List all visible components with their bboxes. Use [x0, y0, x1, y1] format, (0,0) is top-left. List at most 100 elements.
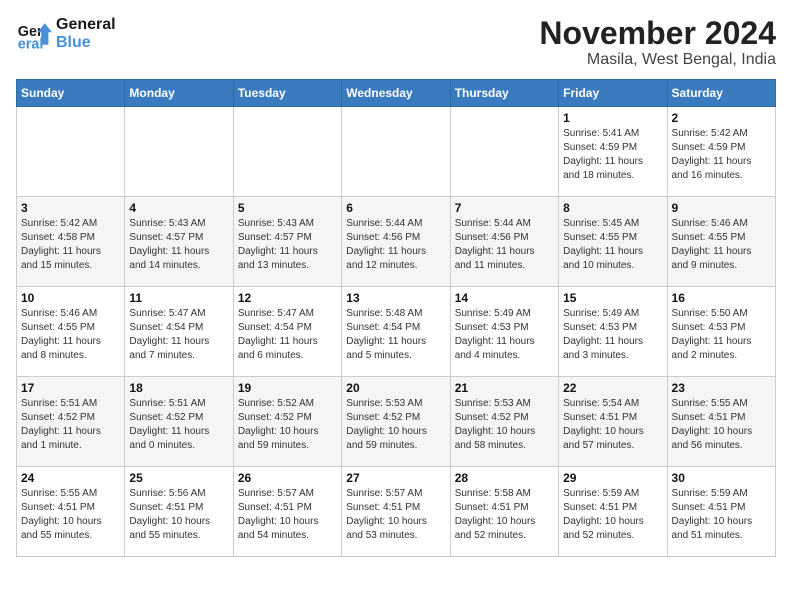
- calendar-cell: 8 Sunrise: 5:45 AM Sunset: 4:55 PM Daylig…: [559, 197, 667, 287]
- day-number: 7: [455, 201, 554, 215]
- day-info: Sunrise: 5:55 AM Sunset: 4:51 PM Dayligh…: [672, 397, 771, 453]
- logo-line2: Blue: [56, 34, 116, 52]
- calendar-cell: 5 Sunrise: 5:43 AM Sunset: 4:57 PM Daylig…: [233, 197, 341, 287]
- day-number: 2: [672, 111, 771, 125]
- weekday-header-friday: Friday: [559, 80, 667, 107]
- weekday-header-sunday: Sunday: [17, 80, 125, 107]
- day-info: Sunrise: 5:49 AM Sunset: 4:53 PM Dayligh…: [455, 307, 554, 363]
- day-info: Sunrise: 5:48 AM Sunset: 4:54 PM Dayligh…: [346, 307, 445, 363]
- day-info: Sunrise: 5:53 AM Sunset: 4:52 PM Dayligh…: [455, 397, 554, 453]
- week-row-2: 3 Sunrise: 5:42 AM Sunset: 4:58 PM Daylig…: [17, 197, 776, 287]
- day-number: 10: [21, 291, 120, 305]
- day-info: Sunrise: 5:47 AM Sunset: 4:54 PM Dayligh…: [129, 307, 228, 363]
- day-info: Sunrise: 5:52 AM Sunset: 4:52 PM Dayligh…: [238, 397, 337, 453]
- calendar-cell: 7 Sunrise: 5:44 AM Sunset: 4:56 PM Daylig…: [450, 197, 558, 287]
- calendar-cell: 30 Sunrise: 5:59 AM Sunset: 4:51 PM Dayli…: [667, 467, 775, 557]
- calendar-header: SundayMondayTuesdayWednesdayThursdayFrid…: [17, 80, 776, 107]
- day-number: 25: [129, 471, 228, 485]
- calendar-cell: 14Sunrise: 5:49 AM Sunset: 4:53 PM Dayli…: [450, 287, 558, 377]
- day-number: 13: [346, 291, 445, 305]
- calendar-body: 1 Sunrise: 5:41 AM Sunset: 4:59 PM Daylig…: [17, 107, 776, 557]
- calendar-cell: 25 Sunrise: 5:56 AM Sunset: 4:51 PM Dayli…: [125, 467, 233, 557]
- day-info: Sunrise: 5:44 AM Sunset: 4:56 PM Dayligh…: [455, 217, 554, 273]
- day-number: 21: [455, 381, 554, 395]
- week-row-4: 17 Sunrise: 5:51 AM Sunset: 4:52 PM Dayli…: [17, 377, 776, 467]
- month-title: November 2024: [539, 16, 776, 51]
- calendar-cell: 3 Sunrise: 5:42 AM Sunset: 4:58 PM Daylig…: [17, 197, 125, 287]
- calendar-cell: 15 Sunrise: 5:49 AM Sunset: 4:53 PM Dayli…: [559, 287, 667, 377]
- day-info: Sunrise: 5:50 AM Sunset: 4:53 PM Dayligh…: [672, 307, 771, 363]
- day-number: 20: [346, 381, 445, 395]
- day-number: 3: [21, 201, 120, 215]
- day-number: 8: [563, 201, 662, 215]
- calendar-cell: 18 Sunrise: 5:51 AM Sunset: 4:52 PM Dayli…: [125, 377, 233, 467]
- week-row-1: 1 Sunrise: 5:41 AM Sunset: 4:59 PM Daylig…: [17, 107, 776, 197]
- weekday-header-saturday: Saturday: [667, 80, 775, 107]
- logo: Gen eral General Blue: [16, 16, 116, 52]
- weekday-header-tuesday: Tuesday: [233, 80, 341, 107]
- calendar-cell: 13 Sunrise: 5:48 AM Sunset: 4:54 PM Dayli…: [342, 287, 450, 377]
- weekday-header-wednesday: Wednesday: [342, 80, 450, 107]
- calendar: SundayMondayTuesdayWednesdayThursdayFrid…: [16, 79, 776, 557]
- calendar-cell: 11 Sunrise: 5:47 AM Sunset: 4:54 PM Dayli…: [125, 287, 233, 377]
- day-number: 4: [129, 201, 228, 215]
- day-info: Sunrise: 5:45 AM Sunset: 4:55 PM Dayligh…: [563, 217, 662, 273]
- day-info: Sunrise: 5:43 AM Sunset: 4:57 PM Dayligh…: [238, 217, 337, 273]
- day-number: 28: [455, 471, 554, 485]
- calendar-cell: 22Sunrise: 5:54 AM Sunset: 4:51 PM Dayli…: [559, 377, 667, 467]
- day-number: 19: [238, 381, 337, 395]
- day-number: 18: [129, 381, 228, 395]
- calendar-cell: [125, 107, 233, 197]
- day-number: 16: [672, 291, 771, 305]
- logo-icon: Gen eral: [16, 16, 52, 52]
- day-number: 15: [563, 291, 662, 305]
- day-info: Sunrise: 5:41 AM Sunset: 4:59 PM Dayligh…: [563, 127, 662, 183]
- weekday-header-row: SundayMondayTuesdayWednesdayThursdayFrid…: [17, 80, 776, 107]
- day-info: Sunrise: 5:56 AM Sunset: 4:51 PM Dayligh…: [129, 487, 228, 543]
- day-info: Sunrise: 5:55 AM Sunset: 4:51 PM Dayligh…: [21, 487, 120, 543]
- calendar-cell: 9 Sunrise: 5:46 AM Sunset: 4:55 PM Daylig…: [667, 197, 775, 287]
- day-number: 12: [238, 291, 337, 305]
- header: Gen eral General Blue November 2024 Masi…: [16, 16, 776, 69]
- day-info: Sunrise: 5:44 AM Sunset: 4:56 PM Dayligh…: [346, 217, 445, 273]
- day-number: 29: [563, 471, 662, 485]
- day-number: 1: [563, 111, 662, 125]
- day-info: Sunrise: 5:42 AM Sunset: 4:58 PM Dayligh…: [21, 217, 120, 273]
- day-info: Sunrise: 5:58 AM Sunset: 4:51 PM Dayligh…: [455, 487, 554, 543]
- calendar-cell: 21 Sunrise: 5:53 AM Sunset: 4:52 PM Dayli…: [450, 377, 558, 467]
- calendar-cell: [17, 107, 125, 197]
- day-number: 5: [238, 201, 337, 215]
- day-info: Sunrise: 5:49 AM Sunset: 4:53 PM Dayligh…: [563, 307, 662, 363]
- calendar-cell: 29 Sunrise: 5:59 AM Sunset: 4:51 PM Dayli…: [559, 467, 667, 557]
- day-info: Sunrise: 5:57 AM Sunset: 4:51 PM Dayligh…: [238, 487, 337, 543]
- calendar-cell: 28 Sunrise: 5:58 AM Sunset: 4:51 PM Dayli…: [450, 467, 558, 557]
- calendar-cell: 19 Sunrise: 5:52 AM Sunset: 4:52 PM Dayli…: [233, 377, 341, 467]
- location-title: Masila, West Bengal, India: [539, 51, 776, 69]
- day-info: Sunrise: 5:51 AM Sunset: 4:52 PM Dayligh…: [129, 397, 228, 453]
- logo-line1: General: [56, 16, 116, 34]
- calendar-cell: 24Sunrise: 5:55 AM Sunset: 4:51 PM Dayli…: [17, 467, 125, 557]
- day-info: Sunrise: 5:42 AM Sunset: 4:59 PM Dayligh…: [672, 127, 771, 183]
- day-number: 6: [346, 201, 445, 215]
- calendar-cell: 17 Sunrise: 5:51 AM Sunset: 4:52 PM Dayli…: [17, 377, 125, 467]
- day-info: Sunrise: 5:59 AM Sunset: 4:51 PM Dayligh…: [563, 487, 662, 543]
- day-info: Sunrise: 5:46 AM Sunset: 4:55 PM Dayligh…: [21, 307, 120, 363]
- day-info: Sunrise: 5:59 AM Sunset: 4:51 PM Dayligh…: [672, 487, 771, 543]
- weekday-header-thursday: Thursday: [450, 80, 558, 107]
- day-info: Sunrise: 5:46 AM Sunset: 4:55 PM Dayligh…: [672, 217, 771, 273]
- calendar-cell: [450, 107, 558, 197]
- svg-text:eral: eral: [18, 36, 44, 52]
- day-info: Sunrise: 5:51 AM Sunset: 4:52 PM Dayligh…: [21, 397, 120, 453]
- calendar-cell: 16 Sunrise: 5:50 AM Sunset: 4:53 PM Dayli…: [667, 287, 775, 377]
- calendar-cell: 12Sunrise: 5:47 AM Sunset: 4:54 PM Dayli…: [233, 287, 341, 377]
- day-number: 11: [129, 291, 228, 305]
- day-number: 27: [346, 471, 445, 485]
- calendar-cell: 20Sunrise: 5:53 AM Sunset: 4:52 PM Dayli…: [342, 377, 450, 467]
- calendar-cell: 10 Sunrise: 5:46 AM Sunset: 4:55 PM Dayli…: [17, 287, 125, 377]
- day-number: 26: [238, 471, 337, 485]
- day-number: 9: [672, 201, 771, 215]
- calendar-cell: 1 Sunrise: 5:41 AM Sunset: 4:59 PM Daylig…: [559, 107, 667, 197]
- day-number: 17: [21, 381, 120, 395]
- calendar-cell: 4Sunrise: 5:43 AM Sunset: 4:57 PM Daylig…: [125, 197, 233, 287]
- day-number: 30: [672, 471, 771, 485]
